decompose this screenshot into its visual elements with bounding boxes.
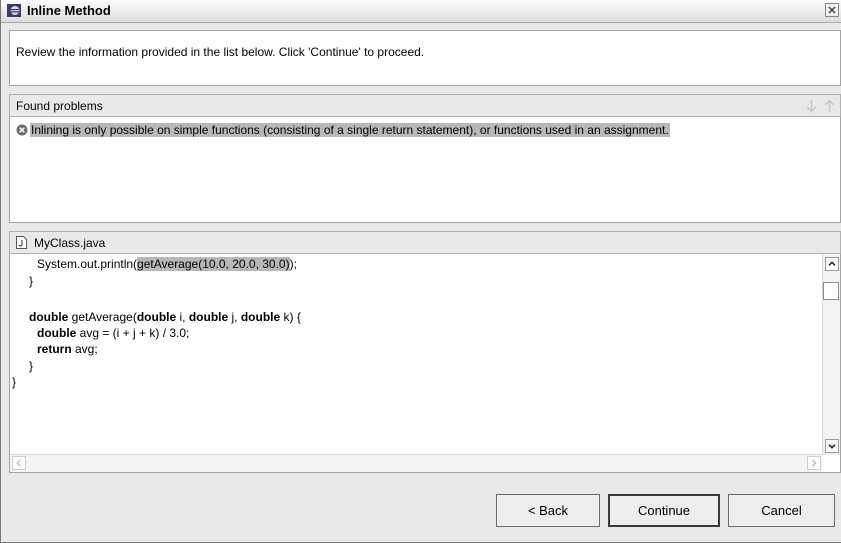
scroll-up-icon[interactable] (825, 257, 839, 271)
source-header: MyClass.java (9, 231, 841, 254)
cancel-button[interactable]: Cancel (728, 494, 835, 527)
description-text: Review the information provided in the l… (16, 45, 425, 59)
code-line-4: double avg = (i + j + k) / 3.0; (37, 326, 190, 340)
code-line-6: } (29, 359, 34, 373)
error-icon (16, 124, 28, 136)
code-line-7: } (12, 375, 17, 389)
problem-text: Inlining is only possible on simple func… (30, 123, 670, 137)
vertical-scrollbar[interactable] (822, 254, 840, 455)
code-line-5: return avg; (37, 342, 98, 356)
problems-list: Inlining is only possible on simple func… (9, 117, 841, 223)
close-icon[interactable] (825, 3, 839, 17)
problems-header: Found problems (9, 94, 841, 117)
inline-method-dialog: Inline Method Review the information pro… (0, 0, 841, 543)
next-problem-icon[interactable] (805, 99, 818, 113)
previous-problem-icon[interactable] (823, 99, 836, 113)
scroll-right-icon[interactable] (807, 456, 821, 470)
problem-row[interactable]: Inlining is only possible on simple func… (16, 123, 670, 138)
horizontal-scrollbar[interactable] (10, 454, 823, 472)
code-line-3: double getAverage(double i, double j, do… (29, 310, 301, 324)
scroll-left-icon[interactable] (12, 456, 26, 470)
description-panel: Review the information provided in the l… (9, 30, 841, 86)
java-file-icon (16, 236, 27, 249)
back-button[interactable]: < Back (496, 494, 600, 527)
eclipse-app-icon (7, 4, 21, 17)
source-preview: System.out.println(getAverage(10.0, 20.0… (9, 254, 841, 473)
highlighted-call: getAverage(10.0, 20.0, 30.0) (137, 257, 290, 271)
continue-button[interactable]: Continue (608, 494, 720, 527)
vertical-scroll-thumb[interactable] (823, 282, 839, 300)
source-filename: MyClass.java (34, 236, 106, 250)
scroll-down-icon[interactable] (825, 439, 839, 453)
code-line-2: } (29, 274, 34, 288)
code-line-1: System.out.println(getAverage(10.0, 20.0… (37, 257, 297, 271)
problems-header-label: Found problems (16, 99, 103, 113)
dialog-title: Inline Method (27, 3, 111, 18)
title-bar: Inline Method (1, 0, 841, 23)
